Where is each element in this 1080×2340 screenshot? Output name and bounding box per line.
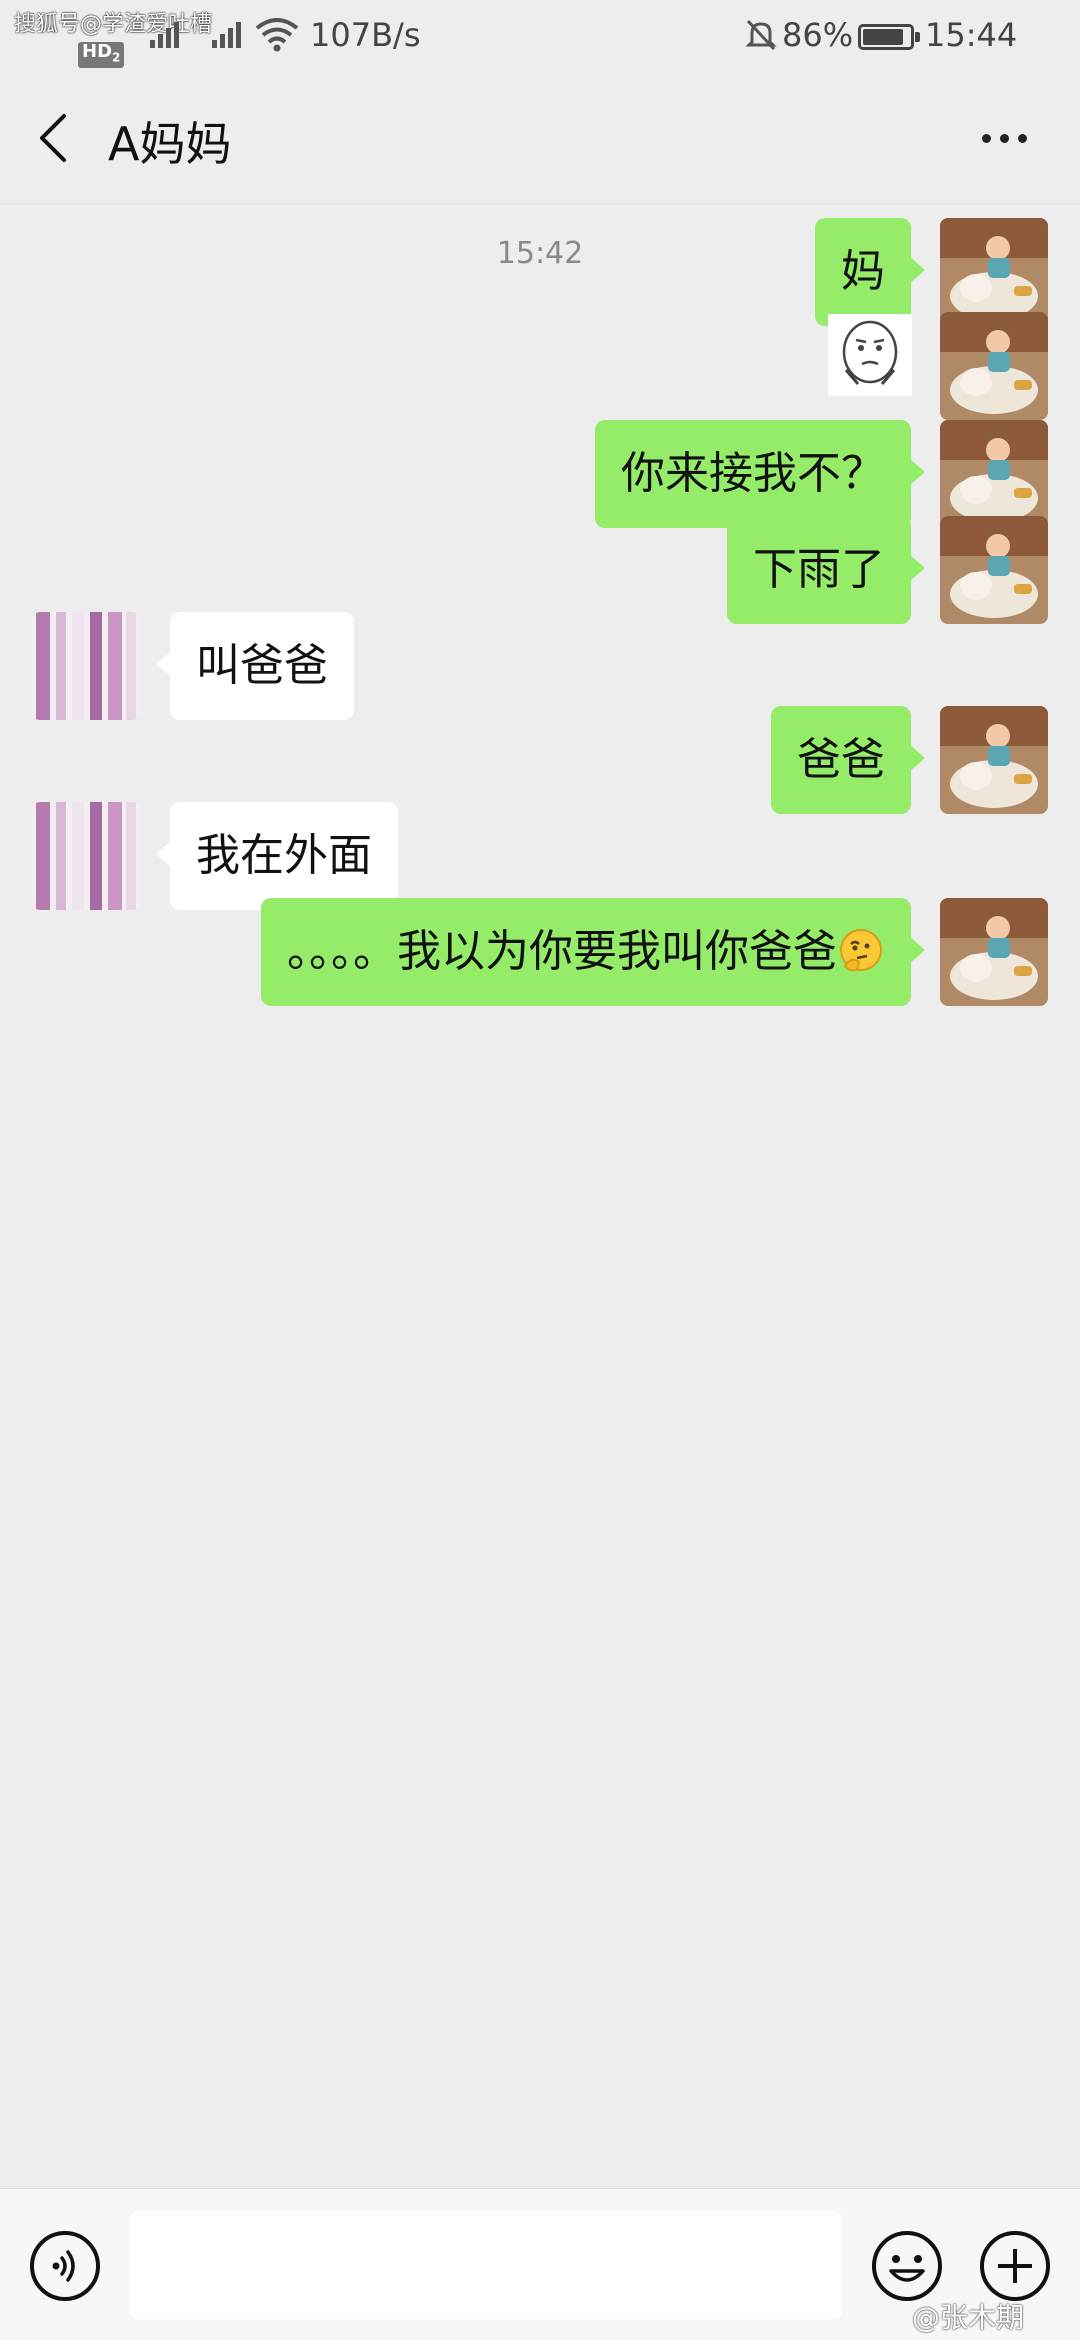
- thinking-face-emoji: [840, 929, 882, 972]
- dot: [982, 134, 991, 143]
- chat-title: A妈妈: [108, 117, 232, 171]
- more-dots-icon[interactable]: [974, 116, 1034, 160]
- message-text: 妈: [841, 246, 885, 297]
- battery-icon: [858, 24, 920, 50]
- status-bar: 搜狐号@学渣爱吐槽 HD2 107B/s 86% 15:44: [0, 0, 1080, 72]
- my-avatar[interactable]: [940, 420, 1048, 528]
- contact-avatar[interactable]: [32, 612, 140, 720]
- message-text: 下雨了: [753, 544, 885, 595]
- message-bubble[interactable]: 下雨了: [727, 516, 925, 624]
- message-input[interactable]: [130, 2211, 842, 2319]
- message-bubble[interactable]: 叫爸爸: [156, 612, 354, 720]
- hand-on-face-meme-sticker[interactable]: [828, 314, 912, 396]
- message-bubble[interactable]: 我在外面: [156, 802, 398, 910]
- message-bubble[interactable]: 爸爸: [771, 706, 925, 814]
- battery-percent: 86%: [782, 16, 854, 54]
- my-avatar[interactable]: [940, 706, 1048, 814]
- smiley-icon[interactable]: [870, 2229, 944, 2303]
- message-text: 你来接我不？: [621, 448, 885, 499]
- message-bubble[interactable]: 妈: [815, 218, 925, 326]
- chat-header: A妈妈: [0, 72, 1080, 204]
- signal-icon-2: [212, 22, 241, 48]
- my-avatar[interactable]: [940, 312, 1048, 420]
- message-text: 。。。。我以为你要我叫你爸爸: [287, 926, 837, 977]
- message-text: 爸爸: [797, 734, 885, 785]
- network-speed: 107B/s: [310, 16, 421, 54]
- voice-icon[interactable]: [28, 2229, 102, 2303]
- bell-muted-icon: [745, 19, 777, 51]
- hd-sub: 2: [112, 50, 121, 65]
- dot: [1000, 134, 1009, 143]
- signal-icon: [150, 22, 179, 48]
- my-avatar[interactable]: [940, 218, 1048, 326]
- dot: [1018, 134, 1027, 143]
- hd-badge: HD2: [78, 41, 125, 68]
- contact-avatar[interactable]: [32, 802, 140, 910]
- my-avatar[interactable]: [940, 516, 1048, 624]
- hd-label: HD: [82, 41, 113, 62]
- corner-watermark: @张木期: [912, 2301, 1025, 2334]
- message-bubble[interactable]: 你来接我不？: [595, 420, 925, 528]
- message-text: 我在外面: [196, 830, 372, 881]
- my-avatar[interactable]: [940, 898, 1048, 1006]
- message-bubble[interactable]: 。。。。我以为你要我叫你爸爸: [261, 898, 925, 1006]
- chevron-left-icon[interactable]: [34, 112, 74, 164]
- wifi-icon: [255, 18, 299, 52]
- battery-fill: [863, 29, 903, 45]
- message-text: 叫爸爸: [196, 640, 328, 691]
- plus-circle-icon[interactable]: [978, 2229, 1052, 2303]
- status-time: 15:44: [925, 16, 1018, 54]
